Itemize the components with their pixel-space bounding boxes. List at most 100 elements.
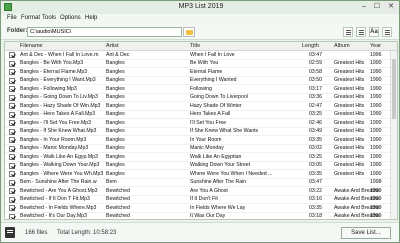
cell-filename: Bangles - Following.Mp3 — [20, 85, 77, 92]
cell-title: Sunshine After The Rain — [190, 179, 247, 185]
row-checkbox[interactable] — [9, 179, 15, 186]
table-row[interactable]: Bewitched - In Fields Where.Mp3 Bewitched… — [5, 204, 397, 213]
row-checkbox[interactable] — [9, 69, 15, 75]
grid-header: Filename Artist Title Length Album Year — [5, 42, 397, 51]
cell-artist: Bangles — [106, 85, 125, 92]
header-artist[interactable]: Artist — [106, 43, 119, 49]
cell-title: Eternal Flame — [190, 68, 223, 75]
cell-artist: Bewitched — [106, 196, 130, 202]
cell-title: Everything I Wanted — [190, 77, 237, 83]
table-row[interactable]: Bangles - Everything I Want.Mp3 Bangles Ev… — [5, 77, 397, 85]
cell-filename: Bangles - Hero Takes A Fall.Mp3 — [20, 111, 96, 117]
menu-help[interactable]: Help — [85, 15, 97, 21]
row-checkbox[interactable] — [9, 111, 15, 118]
cell-artist: Bangles — [106, 128, 125, 134]
table-row[interactable]: Bewitched - Are You A Ghost.Mp3 Bewitched… — [5, 187, 397, 196]
row-checkbox[interactable] — [9, 103, 15, 109]
table-row[interactable]: Bangles - Manic Monday.Mp3 Bangles Manic M… — [5, 145, 397, 153]
row-checkbox[interactable] — [9, 162, 15, 169]
cell-artist: Bangles — [106, 102, 125, 109]
row-checkbox[interactable] — [9, 94, 15, 101]
cell-title: If It Don't Fit — [190, 196, 218, 202]
save-list-button[interactable]: Save List... — [341, 227, 391, 239]
row-checkbox[interactable] — [9, 188, 15, 194]
header-filename[interactable]: Filename — [20, 43, 43, 49]
cell-filename: Bewitched - Are You A Ghost.Mp3 — [20, 187, 98, 194]
menu-file[interactable]: File — [7, 15, 17, 21]
cell-length: 03:36 — [309, 94, 322, 100]
table-row[interactable]: Bangles - Going Down To Liv.Mp3 Bangles Go… — [5, 94, 397, 102]
cell-filename: Bangles - If She Knew What.Mp3 — [20, 128, 97, 134]
cell-year: 1990 — [370, 85, 382, 92]
row-checkbox[interactable] — [9, 52, 15, 58]
row-checkbox[interactable] — [9, 154, 15, 160]
table-row[interactable]: Bangles - Hazy Shade Of Win.Mp3 Bangles Ha… — [5, 102, 397, 111]
list-view-button[interactable] — [343, 27, 353, 37]
header-year[interactable]: Year — [370, 43, 381, 49]
header-length[interactable]: Length — [302, 43, 319, 49]
cell-length: 03:18 — [309, 213, 322, 219]
table-row[interactable]: Bangles - Be With You.Mp3 Bangles Be With … — [5, 60, 397, 68]
cell-title: Going Down To Liverpool — [190, 94, 248, 100]
header-album[interactable]: Album — [334, 43, 350, 49]
cell-length: 03:25 — [309, 153, 322, 160]
menu-format[interactable]: Format — [21, 15, 40, 21]
cell-title: Hero Takes A Fall — [190, 111, 231, 117]
table-row[interactable]: Bem - Sunshine After The Rain.w Bem Sunshi… — [5, 179, 397, 187]
cell-artist: Bangles — [106, 94, 125, 100]
cell-artist: Bewitched — [106, 204, 130, 211]
table-row[interactable]: Bewitched - If It Don T Fit.Mp3 Bewitched… — [5, 196, 397, 204]
cell-title: If She Knew What She Wants — [190, 128, 259, 134]
table-row[interactable]: Ant & Dec - When I Fall In Love.m Ant & D… — [5, 51, 397, 60]
row-checkbox[interactable] — [9, 60, 15, 67]
cell-artist: Bangles — [106, 60, 125, 66]
row-checkbox[interactable] — [9, 213, 15, 219]
row-checkbox[interactable] — [9, 120, 15, 126]
file-list-grid: Filename Artist Title Length Album Year … — [4, 41, 398, 220]
list-icon — [346, 30, 351, 31]
font-button[interactable]: Aa — [369, 27, 379, 37]
table-row[interactable]: Bangles - In Your Room.Mp3 Bangles In Your… — [5, 136, 397, 145]
header-title[interactable]: Title — [190, 43, 200, 49]
settings-button[interactable] — [382, 27, 392, 37]
row-checkbox[interactable] — [9, 171, 15, 177]
table-row[interactable]: Bewitched - It's Our Day.Mp3 Bewitched It … — [5, 213, 397, 219]
table-row[interactable]: Bangles - Following.Mp3 Bangles Following 0… — [5, 85, 397, 94]
cell-title: Walking Down Your Street — [190, 162, 251, 168]
close-button[interactable]: ✕ — [385, 2, 397, 12]
menu-icon — [385, 30, 390, 31]
row-checkbox[interactable] — [9, 77, 15, 84]
cell-title: In Fields Where We Lay — [190, 204, 246, 211]
cell-length: 02:59 — [309, 60, 322, 66]
menu-tools[interactable]: Tools — [42, 15, 56, 21]
table-row[interactable]: Bangles - Walk Like An Egyp.Mp3 Bangles Wa… — [5, 153, 397, 162]
row-checkbox[interactable] — [9, 145, 15, 152]
row-checkbox[interactable] — [9, 86, 15, 92]
cell-year: 1990 — [370, 102, 382, 109]
folder-path-input[interactable] — [27, 27, 182, 37]
cell-year: 1990 — [370, 68, 382, 75]
minimize-button[interactable]: – — [358, 2, 370, 12]
row-checkbox[interactable] — [9, 128, 15, 135]
row-checkbox[interactable] — [9, 205, 15, 211]
app-window: MP3 List 2019 – ☐ ✕ File Format Tools Op… — [0, 0, 400, 243]
cell-artist: Bewitched — [106, 213, 130, 219]
row-checkbox[interactable] — [9, 196, 15, 203]
table-row[interactable]: Bangles - Where Were You Wh.Mp3 Bangles Wh… — [5, 170, 397, 179]
table-row[interactable]: Bangles - Eternal Flame.Mp3 Bangles Eterna… — [5, 68, 397, 77]
table-row[interactable]: Bangles - I'll Set You Free.Mp3 Bangles I'… — [5, 119, 397, 128]
maximize-button[interactable]: ☐ — [371, 2, 383, 12]
table-row[interactable]: Bangles - Walking Down Your.Mp3 Bangles Wa… — [5, 162, 397, 170]
browse-folder-button[interactable] — [183, 27, 195, 37]
table-row[interactable]: Bangles - Hero Takes A Fall.Mp3 Bangles He… — [5, 111, 397, 119]
cell-year: 1990 — [370, 170, 382, 177]
menu-options[interactable]: Options — [60, 15, 81, 21]
table-row[interactable]: Bangles - If She Knew What.Mp3 Bangles If … — [5, 128, 397, 136]
row-checkbox[interactable] — [9, 137, 15, 143]
toolbar: Folder: Aa — [1, 24, 399, 40]
details-view-button[interactable] — [356, 27, 366, 37]
cell-length: 03:50 — [309, 77, 322, 83]
scrollbar-thumb[interactable] — [392, 59, 396, 119]
cell-year: 1990 — [370, 94, 382, 100]
vertical-scrollbar[interactable] — [390, 51, 397, 219]
